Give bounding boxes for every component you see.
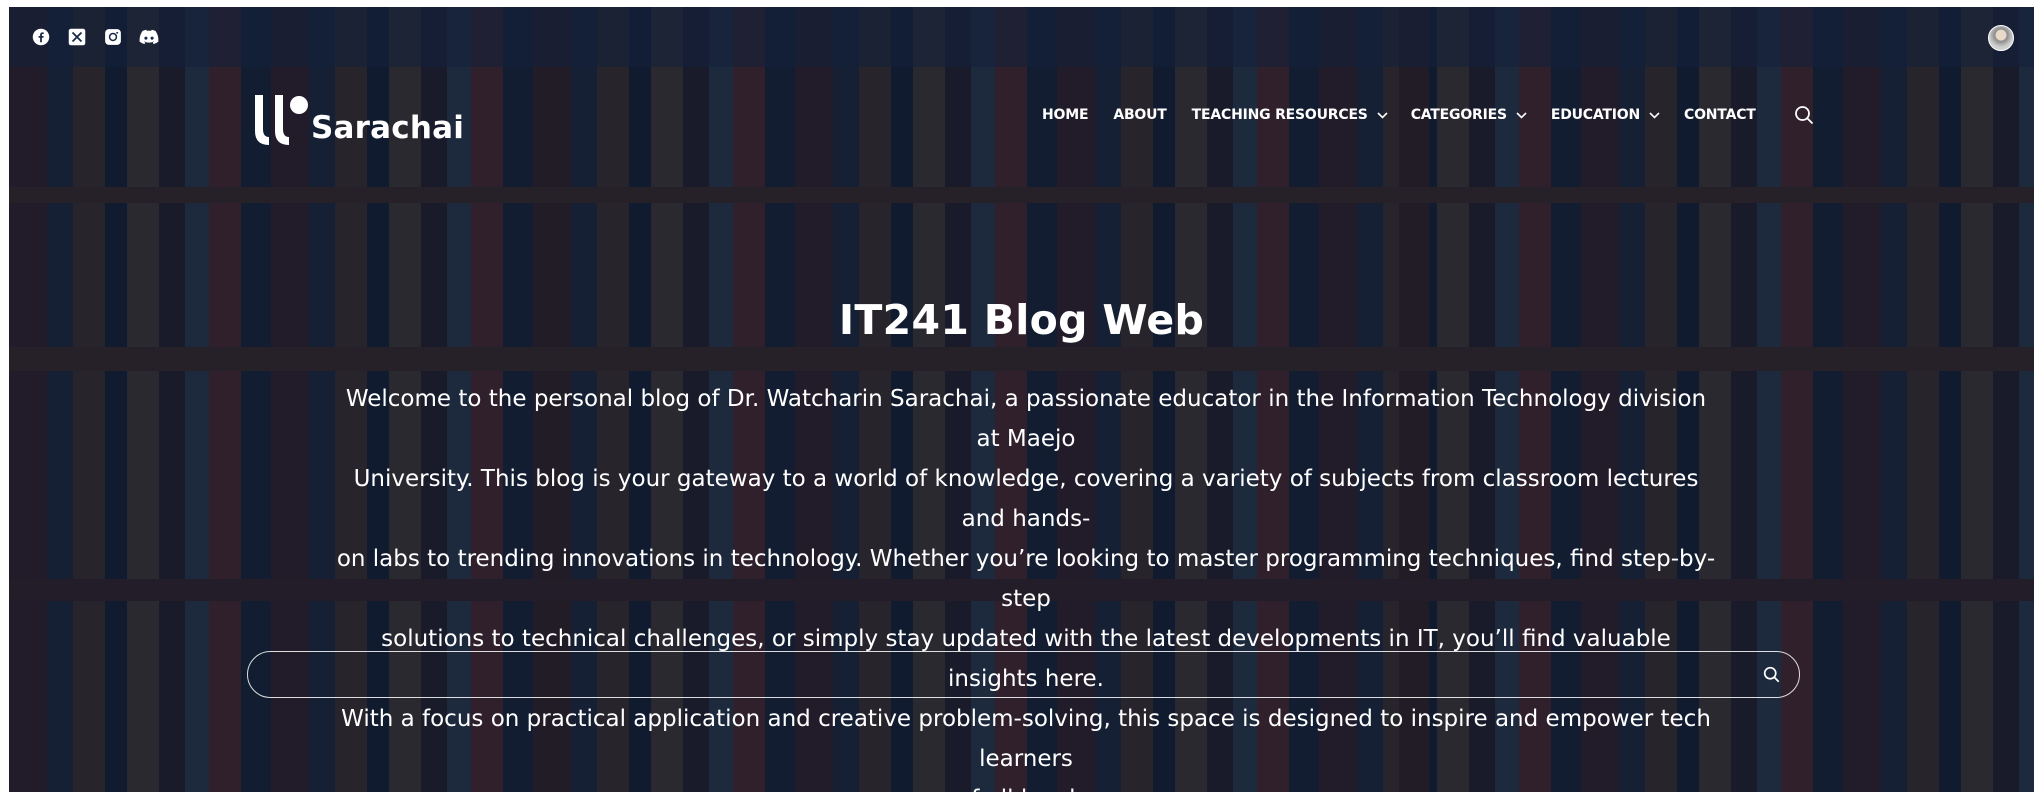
nav-contact[interactable]: CONTACT — [1684, 107, 1756, 123]
top-bar — [9, 7, 2034, 67]
x-twitter-icon[interactable] — [66, 26, 88, 48]
hero-description-line: on labs to trending innovations in techn… — [336, 546, 1716, 612]
nav-teaching-resources[interactable]: TEACHING RESOURCES — [1192, 107, 1388, 123]
nav-teaching-resources-label: TEACHING RESOURCES — [1191, 107, 1368, 123]
site-logo[interactable]: Sarachai — [251, 91, 464, 147]
hero-description: Welcome to the personal blog of Dr. Watc… — [336, 379, 1716, 792]
hero-search-bar — [247, 651, 1800, 698]
logo-mark-icon — [255, 95, 308, 145]
nav-about-label: ABOUT — [1113, 107, 1167, 123]
chevron-down-icon — [1516, 111, 1527, 119]
nav-home[interactable]: HOME — [1042, 107, 1089, 123]
site-header: Sarachai HOME ABOUT TEACHING RESOURCES C… — [9, 67, 2034, 177]
logo-text: Sarachai — [311, 110, 465, 146]
instagram-icon[interactable] — [102, 26, 124, 48]
hero-description-line: With a focus on practical application an… — [341, 706, 1711, 772]
nav-education[interactable]: EDUCATION — [1551, 107, 1660, 123]
page-frame: Sarachai HOME ABOUT TEACHING RESOURCES C… — [9, 7, 2034, 792]
facebook-icon[interactable] — [30, 26, 52, 48]
social-links — [30, 26, 160, 48]
nav-about[interactable]: ABOUT — [1113, 107, 1167, 123]
nav-education-label: EDUCATION — [1550, 107, 1641, 123]
discord-icon[interactable] — [138, 26, 160, 48]
chevron-down-icon — [1649, 111, 1660, 119]
search-icon[interactable] — [1749, 653, 1793, 697]
hero-description-line: Welcome to the personal blog of Dr. Watc… — [345, 386, 1707, 452]
header-search-icon[interactable] — [1794, 105, 1814, 125]
nav-categories-label: CATEGORIES — [1410, 107, 1507, 123]
nav-contact-label: CONTACT — [1684, 107, 1756, 123]
main-nav: HOME ABOUT TEACHING RESOURCES CATEGORIES… — [1042, 105, 1814, 125]
nav-categories[interactable]: CATEGORIES — [1411, 107, 1527, 123]
hero-description-line: of all levels. — [336, 779, 1716, 792]
hero-description-line: University. This blog is your gateway to… — [353, 466, 1699, 532]
user-avatar[interactable] — [1988, 25, 2014, 51]
hero-search-input[interactable] — [248, 652, 1749, 697]
hero-title: IT241 Blog Web — [838, 296, 1205, 344]
nav-home-label: HOME — [1042, 107, 1089, 123]
chevron-down-icon — [1377, 111, 1388, 119]
